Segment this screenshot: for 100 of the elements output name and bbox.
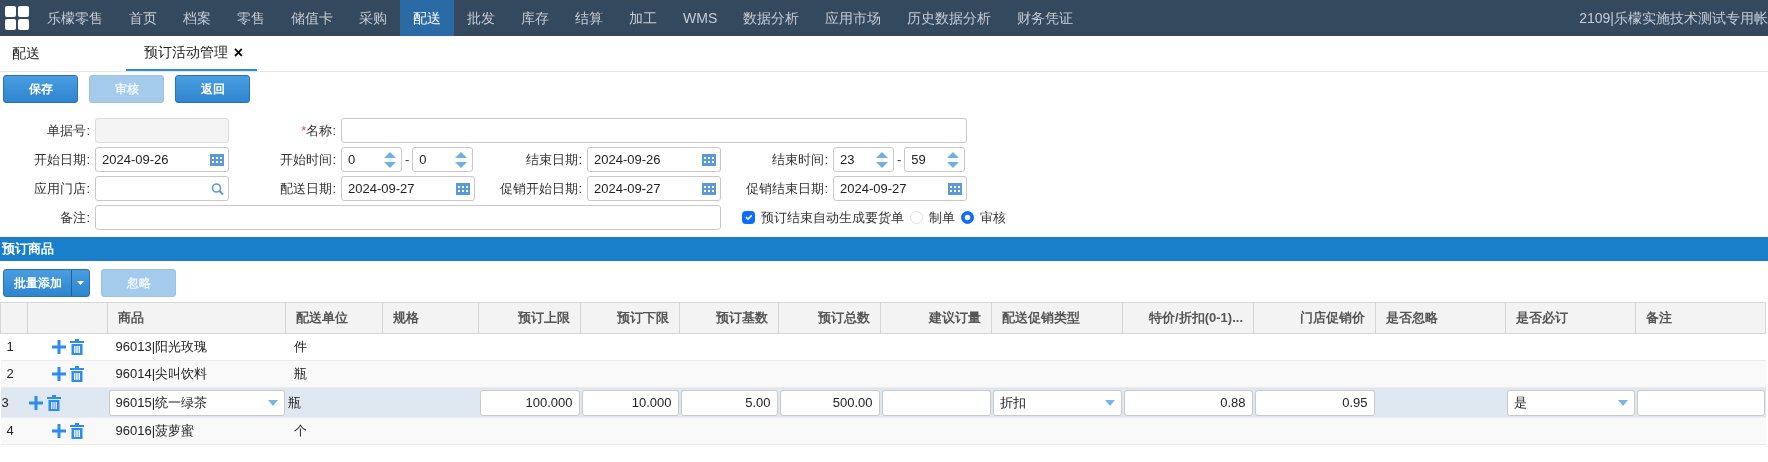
- nav-item[interactable]: 财务凭证: [1004, 0, 1087, 36]
- spinner-arrows-icon[interactable]: [454, 150, 469, 169]
- nav-item[interactable]: 配送: [400, 0, 454, 36]
- nav-item[interactable]: 结算: [562, 0, 616, 36]
- dropdown-arrow-icon[interactable]: [1104, 399, 1115, 406]
- tab-label: 配送: [12, 44, 40, 63]
- nav-item[interactable]: 乐檬零售: [34, 0, 116, 36]
- number-spinner[interactable]: 0: [341, 147, 402, 172]
- field-label: 备注:: [60, 209, 90, 225]
- split-button[interactable]: 批量添加: [3, 269, 90, 297]
- trash-icon[interactable]: [69, 423, 84, 439]
- input-field[interactable]: [1636, 389, 1765, 416]
- radio-label: 审核: [980, 208, 1006, 227]
- column-header[interactable]: 规格: [382, 302, 479, 334]
- field-label: 配送日期:: [280, 180, 336, 196]
- column-header[interactable]: 配送单位: [285, 302, 383, 334]
- table-cell: 个: [293, 423, 307, 439]
- tab[interactable]: 预订活动管理 ×: [126, 36, 257, 71]
- add-icon[interactable]: [51, 367, 66, 381]
- dropdown-field[interactable]: 96015|统一绿茶: [108, 389, 285, 416]
- spinner-arrows-icon[interactable]: [875, 150, 889, 169]
- input-field[interactable]: [881, 389, 991, 416]
- action-button[interactable]: 保存: [3, 75, 78, 103]
- date-field[interactable]: 2024-09-27: [833, 176, 967, 201]
- field-label: 结束日期:: [526, 151, 582, 167]
- table-cell: 96013|阳光玫瑰: [115, 339, 208, 355]
- add-icon[interactable]: [51, 340, 66, 354]
- field-label: 促销开始日期:: [500, 180, 582, 196]
- date-field[interactable]: 2024-09-27: [587, 176, 721, 201]
- input-field[interactable]: [95, 205, 721, 230]
- column-header[interactable]: 备注: [1635, 302, 1766, 334]
- radio-label: 制单: [929, 208, 955, 227]
- spinner-arrows-icon[interactable]: [383, 150, 397, 169]
- nav-item[interactable]: 历史数据分析: [894, 0, 1005, 36]
- trash-icon[interactable]: [46, 394, 61, 411]
- add-icon[interactable]: [51, 424, 66, 438]
- checkbox[interactable]: [742, 211, 755, 224]
- required-mark: *: [301, 122, 307, 138]
- field-label: 开始时间:: [280, 151, 336, 167]
- column-header[interactable]: 特价/折扣(0-1)...: [1122, 302, 1254, 334]
- column-header[interactable]: 是否忽略: [1375, 302, 1506, 334]
- number-spinner[interactable]: 23: [833, 147, 894, 172]
- column-header[interactable]: 建议订量: [880, 302, 992, 334]
- dropdown-arrow-icon[interactable]: [267, 399, 278, 406]
- nav-item[interactable]: 采购: [346, 0, 400, 36]
- trash-icon[interactable]: [69, 339, 84, 355]
- nav-item[interactable]: 库存: [508, 0, 562, 36]
- column-header[interactable]: 预订基数: [679, 302, 779, 334]
- column-header[interactable]: 预订上限: [478, 302, 581, 334]
- nav-item[interactable]: 数据分析: [730, 0, 813, 36]
- input-field[interactable]: 10.000: [581, 389, 679, 416]
- input-field[interactable]: 0.95: [1254, 389, 1375, 416]
- column-header[interactable]: 预订总数: [778, 302, 881, 334]
- row-number: 3: [0, 387, 28, 418]
- nav-item[interactable]: WMS: [670, 0, 731, 36]
- column-header[interactable]: 预订下限: [580, 302, 680, 334]
- nav-item[interactable]: 档案: [170, 0, 224, 36]
- column-header[interactable]: 是否必订: [1505, 302, 1636, 334]
- column-header[interactable]: 商品: [107, 302, 286, 334]
- add-icon[interactable]: [28, 395, 43, 410]
- column-header[interactable]: 配送促销类型: [991, 302, 1123, 334]
- input-field[interactable]: 100.000: [479, 389, 580, 416]
- field-label: 结束时间:: [772, 151, 828, 167]
- table-cell: 96016|菠萝蜜: [115, 423, 195, 439]
- date-field[interactable]: 2024-09-26: [587, 147, 721, 172]
- date-field[interactable]: 2024-09-27: [341, 176, 475, 201]
- nav-item[interactable]: 首页: [116, 0, 170, 36]
- input-field[interactable]: 0.88: [1123, 389, 1253, 416]
- tab[interactable]: 配送: [0, 36, 126, 71]
- logo-icon[interactable]: [5, 6, 29, 30]
- search-field[interactable]: [95, 176, 229, 201]
- nav-item[interactable]: 储值卡: [278, 0, 346, 36]
- spinner-arrows-icon[interactable]: [946, 150, 961, 169]
- caret-icon[interactable]: [77, 281, 84, 285]
- dropdown-field[interactable]: 折扣: [992, 389, 1122, 416]
- table-cell: 瓶: [293, 366, 307, 382]
- account-label: 2109|乐檬实施技术测试专用帐: [1579, 8, 1768, 28]
- search-icon[interactable]: [211, 182, 224, 195]
- dropdown-field[interactable]: 是: [1506, 389, 1635, 416]
- nav-item[interactable]: 应用市场: [812, 0, 895, 36]
- number-spinner[interactable]: 0: [412, 147, 474, 172]
- input-field[interactable]: [341, 118, 967, 143]
- table-cell: 瓶: [287, 394, 301, 410]
- number-spinner[interactable]: 59: [904, 147, 966, 172]
- radio-button[interactable]: [961, 211, 974, 224]
- column-header[interactable]: 门店促销价: [1253, 302, 1376, 334]
- trash-icon[interactable]: [69, 366, 84, 382]
- action-button[interactable]: 返回: [175, 75, 250, 103]
- checkbox-label: 预订结束自动生成要货单: [761, 208, 904, 227]
- input-field[interactable]: 500.00: [779, 389, 880, 416]
- nav-item[interactable]: 加工: [616, 0, 670, 36]
- input-field[interactable]: 5.00: [680, 389, 778, 416]
- date-field[interactable]: 2024-09-26: [95, 147, 229, 172]
- field-label: 促销结束日期:: [746, 180, 828, 196]
- nav-item[interactable]: 批发: [454, 0, 508, 36]
- field-label: 开始日期:: [34, 151, 90, 167]
- row-number: 4: [0, 417, 28, 445]
- close-button[interactable]: ×: [231, 40, 245, 65]
- nav-item[interactable]: 零售: [224, 0, 278, 36]
- dropdown-arrow-icon[interactable]: [1617, 399, 1628, 406]
